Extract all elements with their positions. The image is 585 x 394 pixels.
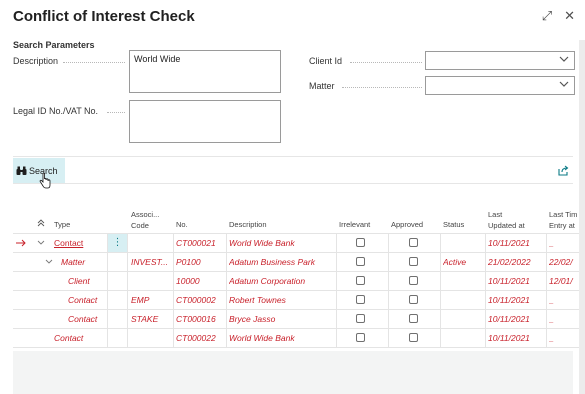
row-description: Adatum Corporation xyxy=(229,276,306,286)
row-last-updated: 10/11/2021 xyxy=(488,333,530,343)
approved-checkbox[interactable] xyxy=(409,314,418,323)
share-icon[interactable] xyxy=(557,164,569,176)
chevron-down-icon[interactable] xyxy=(37,240,45,246)
row-type[interactable]: Contact xyxy=(54,238,104,248)
approved-checkbox[interactable] xyxy=(409,295,418,304)
table-row[interactable]: Contact STAKE CT000016 Bryce Jasso 10/11… xyxy=(13,310,585,329)
row-description: Robert Townes xyxy=(229,295,286,305)
client-id-label: Client Id xyxy=(309,56,343,66)
row-no[interactable]: P0100 xyxy=(176,257,224,267)
close-icon[interactable]: ✕ xyxy=(564,8,575,24)
action-bar: Search xyxy=(13,156,573,189)
expand-icon[interactable]: ⤢ xyxy=(542,8,552,24)
row-assoc-code: EMP xyxy=(131,295,150,305)
col-header-last-time-line1: Last Tim xyxy=(549,210,578,219)
irrelevant-checkbox[interactable] xyxy=(356,333,365,342)
table-row[interactable]: Contact EMP CT000002 Robert Townes 10/11… xyxy=(13,291,585,310)
row-last-updated: 10/11/2021 xyxy=(488,238,530,248)
client-id-dots xyxy=(350,62,422,63)
row-last-updated: 10/11/2021 xyxy=(488,314,530,324)
row-assoc-code: STAKE xyxy=(131,314,159,324)
matter-dots xyxy=(342,87,422,88)
description-dots xyxy=(63,62,125,63)
row-description: World Wide Bank xyxy=(229,238,295,248)
legal-id-dots xyxy=(107,112,125,113)
col-header-last-updated-line1: Last xyxy=(488,210,503,219)
legal-id-label: Legal ID No./VAT No. xyxy=(13,106,99,116)
col-header-last-updated-line2: Updated at xyxy=(488,221,525,230)
row-last-updated: 10/11/2021 xyxy=(488,295,530,305)
matter-label: Matter xyxy=(309,81,335,91)
table-row[interactable]: Contact ⋮ CT000021 World Wide Bank 10/11… xyxy=(13,234,585,253)
row-type[interactable]: Matter xyxy=(61,257,105,267)
row-description: Bryce Jasso xyxy=(229,314,276,324)
grid-empty-area xyxy=(13,351,573,394)
search-parameters-heading: Search Parameters xyxy=(13,40,95,50)
col-header-assoc-line1: Associ... xyxy=(131,210,160,219)
legal-id-field[interactable] xyxy=(129,100,281,143)
row-no[interactable]: 10000 xyxy=(176,276,224,286)
irrelevant-checkbox[interactable] xyxy=(356,238,365,247)
irrelevant-checkbox[interactable] xyxy=(356,257,365,266)
hand-cursor-icon xyxy=(39,173,51,189)
col-header-assoc-line2: Code xyxy=(131,221,149,230)
row-assoc-code: INVEST... xyxy=(131,257,169,267)
row-last-updated: 21/02/2022 xyxy=(488,257,531,267)
page-title: Conflict of Interest Check xyxy=(13,8,195,25)
row-no[interactable]: CT000002 xyxy=(176,295,224,305)
description-label: Description xyxy=(13,56,59,66)
chevron-down-icon xyxy=(559,79,569,92)
row-status: Active xyxy=(443,257,467,267)
approved-checkbox[interactable] xyxy=(409,333,418,342)
row-menu-icon[interactable]: ⋮ xyxy=(108,234,127,252)
table-row[interactable]: Client 10000 Adatum Corporation 10/11/20… xyxy=(13,272,585,291)
approved-checkbox[interactable] xyxy=(409,238,418,247)
row-description: World Wide Bank xyxy=(229,333,295,343)
irrelevant-checkbox[interactable] xyxy=(356,276,365,285)
description-field[interactable]: World Wide xyxy=(129,50,281,93)
client-id-select[interactable] xyxy=(425,51,575,70)
row-no[interactable]: CT000022 xyxy=(176,333,224,343)
chevron-down-icon xyxy=(559,54,569,67)
vertical-scrollbar[interactable] xyxy=(579,40,585,394)
row-type[interactable]: Contact xyxy=(54,333,104,343)
col-header-last-time-line2: Entry at xyxy=(549,221,575,230)
approved-checkbox[interactable] xyxy=(409,276,418,285)
row-type[interactable]: Client xyxy=(68,276,106,286)
binoculars-icon xyxy=(16,166,27,175)
row-description: Adatum Business Park xyxy=(229,257,315,267)
chevron-down-icon[interactable] xyxy=(45,259,53,265)
irrelevant-checkbox[interactable] xyxy=(356,295,365,304)
matter-select[interactable] xyxy=(425,76,575,95)
table-row[interactable]: Matter INVEST... P0100 Adatum Business P… xyxy=(13,253,585,272)
table-row[interactable]: Contact CT000022 World Wide Bank 10/11/2… xyxy=(13,329,585,348)
arrow-right-icon xyxy=(16,239,26,247)
approved-checkbox[interactable] xyxy=(409,257,418,266)
row-type[interactable]: Contact xyxy=(68,295,106,305)
irrelevant-checkbox[interactable] xyxy=(356,314,365,323)
row-no[interactable]: CT000016 xyxy=(176,314,224,324)
row-last-updated: 10/11/2021 xyxy=(488,276,530,286)
window-controls: ⤢ ✕ xyxy=(542,8,575,24)
row-type[interactable]: Contact xyxy=(68,314,106,324)
row-no[interactable]: CT000021 xyxy=(176,238,224,248)
